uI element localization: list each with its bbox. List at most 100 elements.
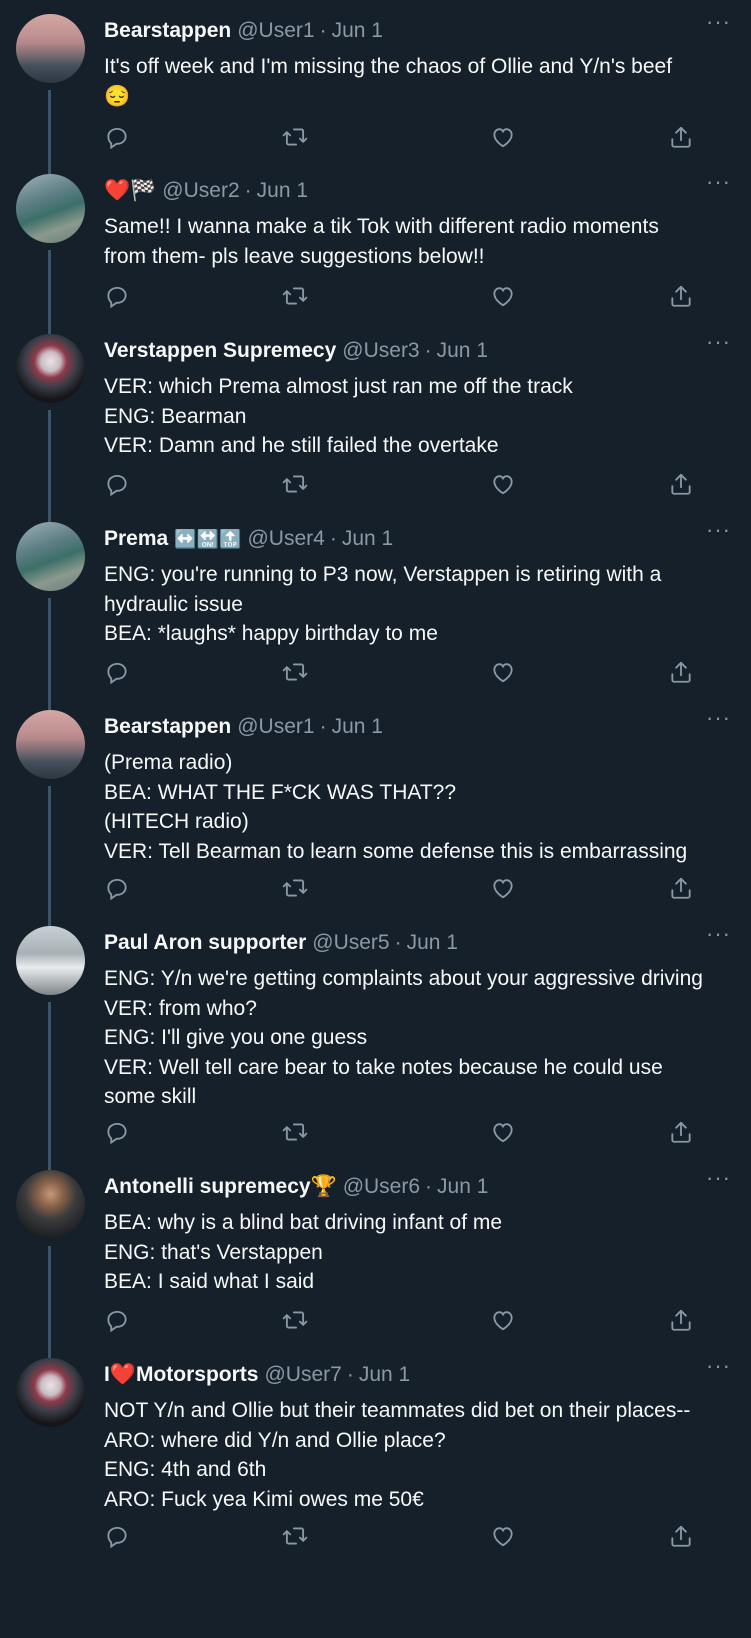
- tweet[interactable]: Antonelli supremecy🏆 @User6 · Jun 1 ··· BEA: …: [0, 1156, 751, 1358]
- avatar[interactable]: [16, 1358, 85, 1427]
- reply-icon[interactable]: [104, 1119, 132, 1147]
- user-handle[interactable]: @User3: [342, 339, 419, 362]
- tweet-text: (Prema radio) BEA: WHAT THE F*CK WAS THAT…: [104, 748, 731, 866]
- reply-icon[interactable]: [104, 1523, 132, 1551]
- user-handle[interactable]: @User1: [237, 715, 314, 738]
- more-icon[interactable]: ···: [706, 1167, 731, 1189]
- display-name[interactable]: Paul Aron supporter: [104, 931, 306, 954]
- tweet-text-line: VER: from who?: [104, 996, 257, 1020]
- tweet-actions: [104, 1523, 724, 1551]
- retweet-icon[interactable]: [282, 659, 310, 687]
- retweet-icon[interactable]: [282, 1119, 310, 1147]
- share-icon[interactable]: [668, 283, 696, 311]
- tweet-actions: [104, 471, 724, 499]
- more-icon[interactable]: ···: [706, 11, 731, 33]
- tweet-text-line: ENG: 4th and 6th: [104, 1458, 267, 1481]
- user-handle[interactable]: @User6: [343, 1175, 420, 1198]
- tweet-date[interactable]: Jun 1: [332, 19, 383, 42]
- like-icon[interactable]: [490, 124, 518, 152]
- user-handle[interactable]: @User4: [247, 527, 324, 550]
- separator-dot: ·: [244, 179, 252, 202]
- retweet-icon[interactable]: [282, 471, 310, 499]
- reply-icon[interactable]: [104, 471, 132, 499]
- more-icon[interactable]: ···: [706, 923, 731, 945]
- share-icon[interactable]: [668, 875, 696, 903]
- tweet-date[interactable]: Jun 1: [359, 1363, 410, 1386]
- user-handle[interactable]: @User2: [162, 179, 239, 202]
- display-name[interactable]: Bearstappen: [104, 19, 231, 42]
- tweet-header: Prema ↔️🔛🔝 @User4 · Jun 1: [104, 524, 735, 554]
- share-icon[interactable]: [668, 471, 696, 499]
- like-icon[interactable]: [490, 1307, 518, 1335]
- tweet-text: VER: which Prema almost just ran me off …: [104, 372, 731, 461]
- user-handle[interactable]: @User1: [237, 19, 314, 42]
- tweet-date[interactable]: Jun 1: [257, 179, 308, 202]
- like-icon[interactable]: [490, 1119, 518, 1147]
- tweet-text-line: BEA: *laughs* happy birthday to me: [104, 622, 438, 645]
- more-icon[interactable]: ···: [706, 171, 731, 193]
- tweet-text: NOT Y/n and Ollie but their teammates di…: [104, 1396, 731, 1514]
- more-icon[interactable]: ···: [706, 519, 731, 541]
- tweet-date[interactable]: Jun 1: [407, 931, 458, 954]
- tweet-actions: [104, 1119, 724, 1147]
- display-name[interactable]: Bearstappen: [104, 715, 231, 738]
- display-name[interactable]: Antonelli supremecy🏆: [104, 1175, 337, 1198]
- separator-dot: ·: [319, 19, 327, 42]
- reply-icon[interactable]: [104, 1307, 132, 1335]
- like-icon[interactable]: [490, 1523, 518, 1551]
- avatar[interactable]: [16, 1170, 85, 1239]
- tweet[interactable]: Bearstappen @User1 · Jun 1 ··· (Prema radio) B…: [0, 696, 751, 926]
- like-icon[interactable]: [490, 471, 518, 499]
- share-icon[interactable]: [668, 1119, 696, 1147]
- avatar[interactable]: [16, 710, 85, 779]
- like-icon[interactable]: [490, 875, 518, 903]
- user-handle[interactable]: @User5: [312, 931, 389, 954]
- tweet-text-line: It's off week and I'm missing the chaos …: [104, 55, 673, 78]
- tweet[interactable]: I❤️Motorsports @User7 · Jun 1 ··· NOT Y/n and…: [0, 1344, 751, 1638]
- tweet[interactable]: Verstappen Supremecy @User3 · Jun 1 ··· VER: …: [0, 320, 751, 522]
- avatar[interactable]: [16, 522, 85, 591]
- more-icon[interactable]: ···: [706, 1355, 731, 1377]
- display-name[interactable]: Verstappen Supremecy: [104, 339, 336, 362]
- reply-icon[interactable]: [104, 875, 132, 903]
- reply-icon[interactable]: [104, 659, 132, 687]
- tweet[interactable]: ❤️🏁 @User2 · Jun 1 ··· Same!! I wanna make a …: [0, 160, 751, 334]
- retweet-icon[interactable]: [282, 1307, 310, 1335]
- more-icon[interactable]: ···: [706, 331, 731, 353]
- separator-dot: ·: [425, 1175, 433, 1198]
- tweet[interactable]: Prema ↔️🔛🔝 @User4 · Jun 1 ··· ENG: you're runn…: [0, 508, 751, 710]
- reply-icon[interactable]: [104, 124, 132, 152]
- retweet-icon[interactable]: [282, 875, 310, 903]
- tweet-date[interactable]: Jun 1: [332, 715, 383, 738]
- avatar[interactable]: [16, 14, 85, 83]
- share-icon[interactable]: [668, 659, 696, 687]
- display-name[interactable]: I❤️Motorsports: [104, 1363, 258, 1386]
- reply-icon[interactable]: [104, 283, 132, 311]
- like-icon[interactable]: [490, 283, 518, 311]
- tweet-date[interactable]: Jun 1: [437, 1175, 488, 1198]
- tweet[interactable]: Bearstappen @User1 · Jun 1 ··· It's off week …: [0, 0, 751, 174]
- display-name[interactable]: Prema: [104, 527, 168, 550]
- retweet-icon[interactable]: [282, 1523, 310, 1551]
- tweet-date[interactable]: Jun 1: [342, 527, 393, 550]
- avatar[interactable]: [16, 926, 85, 995]
- tweet-actions: [104, 659, 724, 687]
- user-handle[interactable]: @User7: [264, 1363, 341, 1386]
- tweet-text: It's off week and I'm missing the chaos …: [104, 52, 731, 111]
- more-icon[interactable]: ···: [706, 707, 731, 729]
- retweet-icon[interactable]: [282, 283, 310, 311]
- share-icon[interactable]: [668, 1523, 696, 1551]
- like-icon[interactable]: [490, 659, 518, 687]
- tweet-text: BEA: why is a blind bat driving infant o…: [104, 1208, 731, 1297]
- thread-line: [48, 598, 51, 710]
- share-icon[interactable]: [668, 1307, 696, 1335]
- thread-line: [48, 410, 51, 522]
- share-icon[interactable]: [668, 124, 696, 152]
- tweet[interactable]: Paul Aron supporter @User5 · Jun 1 ··· ENG: Y…: [0, 912, 751, 1170]
- display-name[interactable]: ❤️🏁: [104, 179, 156, 202]
- tweet-text-line: VER: Well tell care bear to take notes b…: [104, 1055, 663, 1079]
- tweet-date[interactable]: Jun 1: [437, 339, 488, 362]
- retweet-icon[interactable]: [282, 124, 310, 152]
- avatar[interactable]: [16, 334, 85, 403]
- avatar[interactable]: [16, 174, 85, 243]
